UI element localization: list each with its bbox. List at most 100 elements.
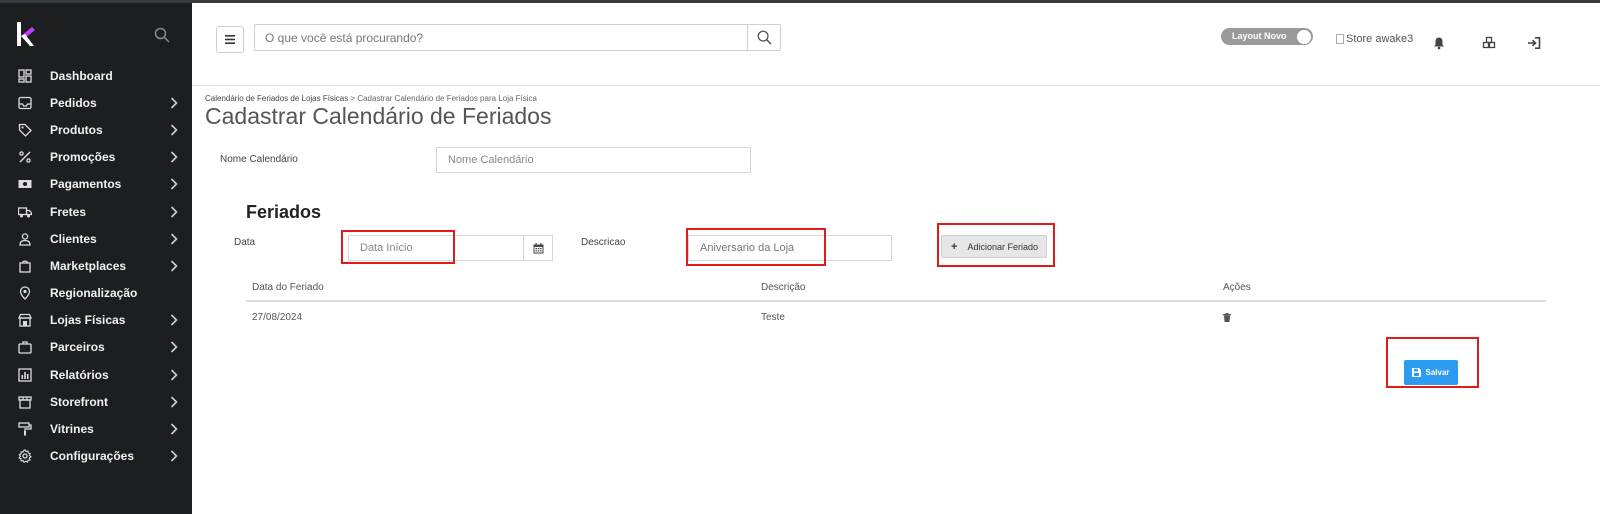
breadcrumb-separator: > — [350, 94, 356, 103]
chevron-right-icon — [170, 124, 178, 136]
layout-toggle[interactable]: Layout Novo — [1221, 28, 1313, 45]
sidebar-item-label: Pagamentos — [50, 177, 122, 192]
chevron-right-icon — [170, 396, 178, 408]
sidebar-item-fretes[interactable]: Fretes — [0, 198, 192, 225]
money-icon — [18, 180, 32, 189]
storefront-icon — [18, 395, 32, 409]
sidebar-item-label: Lojas Físicas — [50, 313, 126, 328]
nome-calendario-placeholder: Nome Calendário — [448, 154, 534, 166]
briefcase-icon — [18, 340, 32, 355]
search-icon[interactable] — [154, 27, 170, 43]
sidebar-item-lojas-fisicas[interactable]: Lojas Físicas — [0, 307, 192, 334]
chevron-right-icon — [170, 260, 178, 272]
trash-icon[interactable] — [1223, 313, 1231, 322]
page-title: Cadastrar Calendário de Feriados — [205, 103, 552, 129]
chevron-right-icon — [170, 178, 178, 190]
sidebar-item-label: Relatórios — [50, 367, 109, 382]
percent-icon — [18, 150, 32, 164]
chevron-right-icon — [170, 450, 178, 462]
descricao-label: Descricao — [581, 237, 626, 248]
hamburger-icon — [225, 35, 235, 44]
column-header-actions: Ações — [1223, 282, 1251, 293]
store-icon — [18, 313, 32, 327]
data-inicio-input[interactable]: Data Início — [348, 235, 524, 261]
cubes-icon[interactable] — [1482, 36, 1496, 50]
tag-icon — [18, 123, 32, 137]
report-icon — [18, 368, 32, 382]
sidebar-item-relatorios[interactable]: Relatórios — [0, 361, 192, 388]
sidebar-item-label: Clientes — [50, 231, 97, 246]
breadcrumb-parent-link[interactable]: Calendário de Feriados de Lojas Físicas — [205, 94, 348, 103]
sidebar-item-produtos[interactable]: Produtos — [0, 116, 192, 143]
sidebar-item-label: Vitrines — [50, 422, 94, 437]
store-icon — [18, 314, 32, 327]
chevron-right-icon — [170, 369, 178, 381]
sidebar-item-marketplaces[interactable]: Marketplaces — [0, 252, 192, 279]
row-description: Teste — [761, 312, 785, 323]
report-icon — [18, 368, 32, 382]
sidebar-item-label: Parceiros — [50, 340, 105, 355]
sidebar-item-configuracoes[interactable]: Configurações — [0, 443, 192, 470]
feriados-section-title: Feriados — [246, 202, 322, 222]
sidebar-item-label: Promoções — [50, 150, 116, 165]
money-icon — [18, 177, 32, 191]
chevron-right-icon — [170, 151, 178, 163]
bag-icon — [18, 259, 32, 273]
dashboard-icon — [18, 68, 32, 83]
sidebar-item-storefront[interactable]: Storefront — [0, 388, 192, 415]
sidebar-item-regionalizacao[interactable]: Regionalização — [0, 280, 192, 307]
floppy-disk-icon — [1412, 368, 1422, 377]
sidebar-item-pagamentos[interactable]: Pagamentos — [0, 171, 192, 198]
save-button-label: Salvar — [1425, 368, 1450, 377]
sidebar-item-label: Pedidos — [50, 95, 97, 110]
sidebar-item-pedidos[interactable]: Pedidos — [0, 89, 192, 116]
sidebar-item-label: Dashboard — [50, 68, 113, 83]
nome-calendario-input[interactable]: Nome Calendário — [436, 147, 751, 173]
plus-icon: + — [951, 240, 958, 253]
briefcase-icon — [18, 341, 32, 355]
sidebar-item-promocoes[interactable]: Promoções — [0, 144, 192, 171]
holidays-table: Data do Feriado Descrição Ações 27/08/20… — [246, 282, 1546, 328]
search-icon — [757, 30, 772, 45]
brand-logo[interactable] — [17, 22, 35, 46]
dashboard-icon — [18, 68, 32, 83]
save-button[interactable]: Salvar — [1404, 360, 1458, 385]
sidebar-item-vitrines[interactable]: Vitrines — [0, 415, 192, 442]
sign-in-icon[interactable] — [1527, 36, 1541, 50]
main-content: Calendário de Feriados de Lojas Físicas … — [192, 86, 1600, 514]
bell-icon[interactable] — [1432, 36, 1446, 50]
top-bar: Layout Novo Store awake3 — [192, 3, 1600, 86]
sidebar: Dashboard Pedidos Produtos Promoções Pagamen… — [0, 3, 192, 514]
descricao-value: Aniversario da Loja — [700, 242, 795, 254]
storefront-icon — [18, 396, 32, 409]
location-icon — [19, 286, 31, 301]
menu-toggle-button[interactable] — [216, 26, 244, 53]
descricao-input[interactable]: Aniversario da Loja — [688, 235, 892, 261]
column-header-date: Data do Feriado — [252, 282, 324, 293]
layout-toggle-label: Layout Novo — [1232, 31, 1287, 41]
sidebar-item-label: Produtos — [50, 122, 103, 137]
truck-icon — [18, 205, 32, 219]
search-input[interactable] — [255, 25, 747, 50]
chevron-right-icon — [170, 423, 178, 435]
sidebar-item-label: Regionalização — [50, 286, 138, 301]
location-icon — [18, 286, 32, 301]
sidebar-item-dashboard[interactable]: Dashboard — [0, 62, 192, 89]
chevron-right-icon — [170, 341, 178, 354]
toggle-knob — [1297, 29, 1311, 44]
broken-image-icon — [1336, 34, 1344, 44]
column-header-description: Descrição — [761, 282, 806, 293]
sidebar-item-parceiros[interactable]: Parceiros — [0, 334, 192, 361]
table-header: Data do Feriado Descrição Ações — [246, 282, 1546, 302]
search-button[interactable] — [747, 25, 780, 50]
sidebar-item-clientes[interactable]: Clientes — [0, 225, 192, 252]
breadcrumb-current: Cadastrar Calendário de Feriados para Lo… — [357, 94, 537, 103]
chevron-right-icon — [170, 314, 178, 326]
calendar-picker-button[interactable] — [523, 235, 553, 261]
tag-icon — [18, 123, 32, 137]
breadcrumb: Calendário de Feriados de Lojas Físicas … — [205, 94, 537, 103]
add-holiday-button[interactable]: + Adicionar Feriado — [941, 235, 1047, 258]
user-icon — [18, 232, 32, 246]
table-row: 27/08/2024 Teste — [246, 302, 1546, 328]
nome-calendario-label: Nome Calendário — [220, 154, 298, 165]
